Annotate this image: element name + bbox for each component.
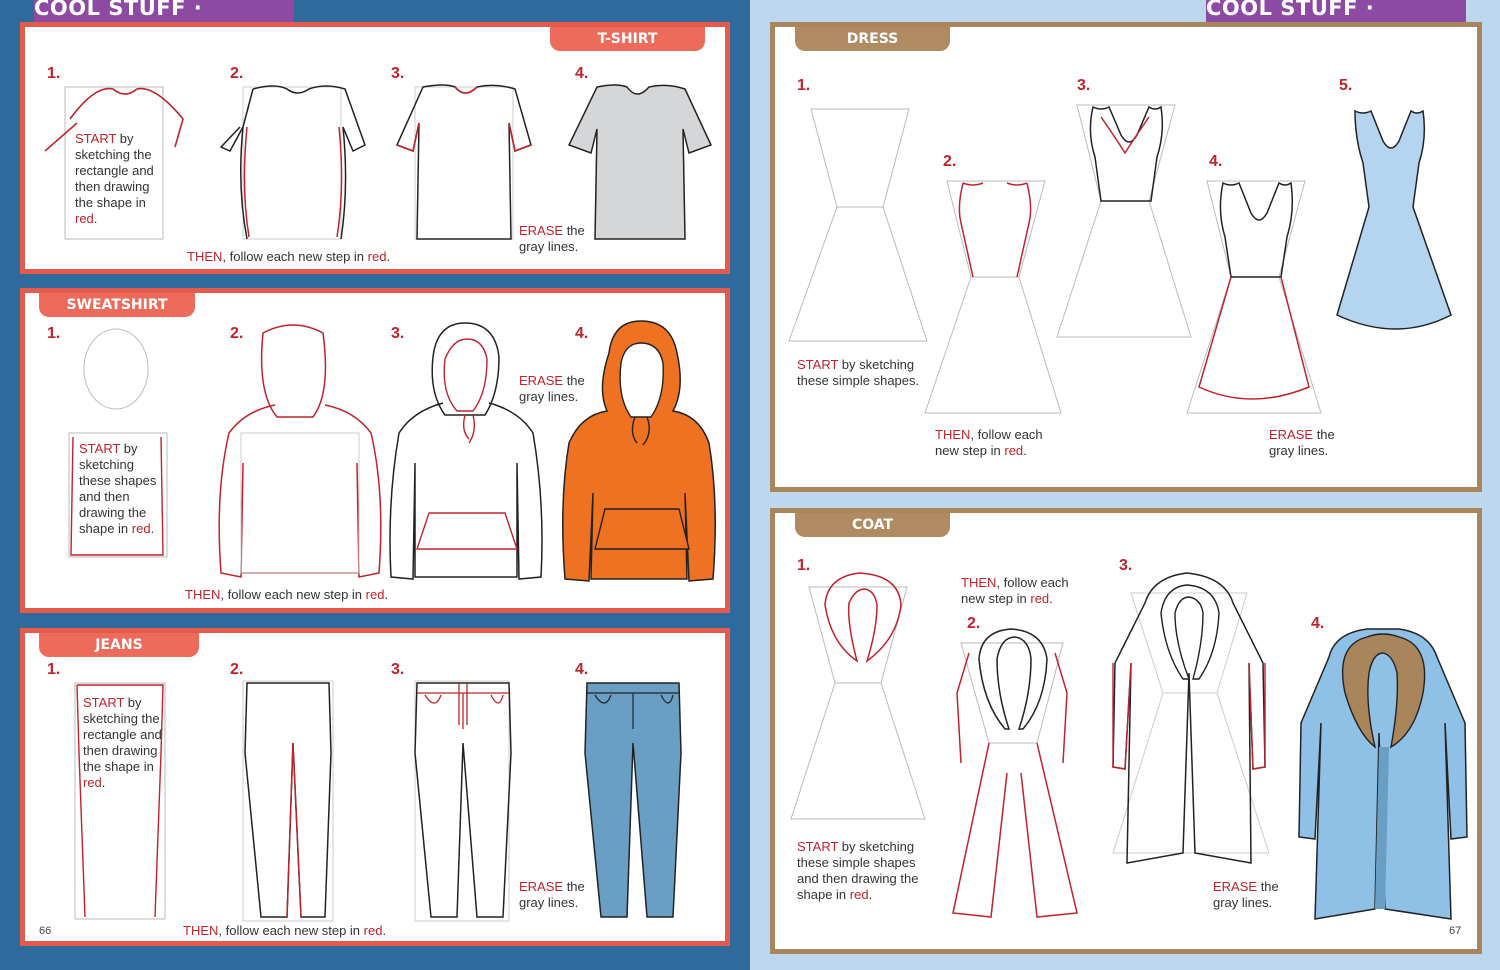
tshirt-erase-note: ERASE the gray lines. <box>519 223 585 254</box>
jeans-step4-drawing <box>584 682 682 918</box>
sweatshirt-step4-drawing <box>562 320 716 582</box>
dress-step5-drawing <box>1336 109 1452 330</box>
coat-panel: COAT 1. 2. 3. 4. START by sketching thes… <box>770 508 1482 954</box>
right-page: COOL STUFF · Clothes DRESS 1. 2. 3. 4. 5… <box>750 0 1500 970</box>
sweatshirt-panel: SWEATSHIRT 1. 2. 3. 4. START by sketchin… <box>20 288 730 613</box>
jeans-erase-note: ERASE the gray lines. <box>519 879 585 910</box>
tshirt-panel: T-SHIRT 1. 2. 3. 4. START by sketching t… <box>20 22 730 274</box>
jeans-then-note: THEN, follow each new step in red. <box>183 923 387 938</box>
left-page: COOL STUFF · Clothes T-SHIRT 1. 2. 3. 4.… <box>0 0 750 970</box>
jeans-panel: JEANS 1. 2. 3. 4. START by sketching the… <box>20 628 730 946</box>
tshirt-step4-drawing <box>567 84 713 240</box>
sweatshirt-then-note: THEN, follow each new step in red. <box>185 587 389 602</box>
page-number-left: 66 <box>39 925 52 937</box>
sweatshirt-erase-note: ERASE the gray lines. <box>519 373 585 404</box>
tshirt-then-note: THEN, follow each new step in red. <box>187 249 391 264</box>
coat-step4-drawing <box>1298 628 1468 920</box>
page-number-right: 67 <box>1449 925 1462 937</box>
dress-panel: DRESS 1. 2. 3. 4. 5. START by sketching … <box>770 22 1482 492</box>
